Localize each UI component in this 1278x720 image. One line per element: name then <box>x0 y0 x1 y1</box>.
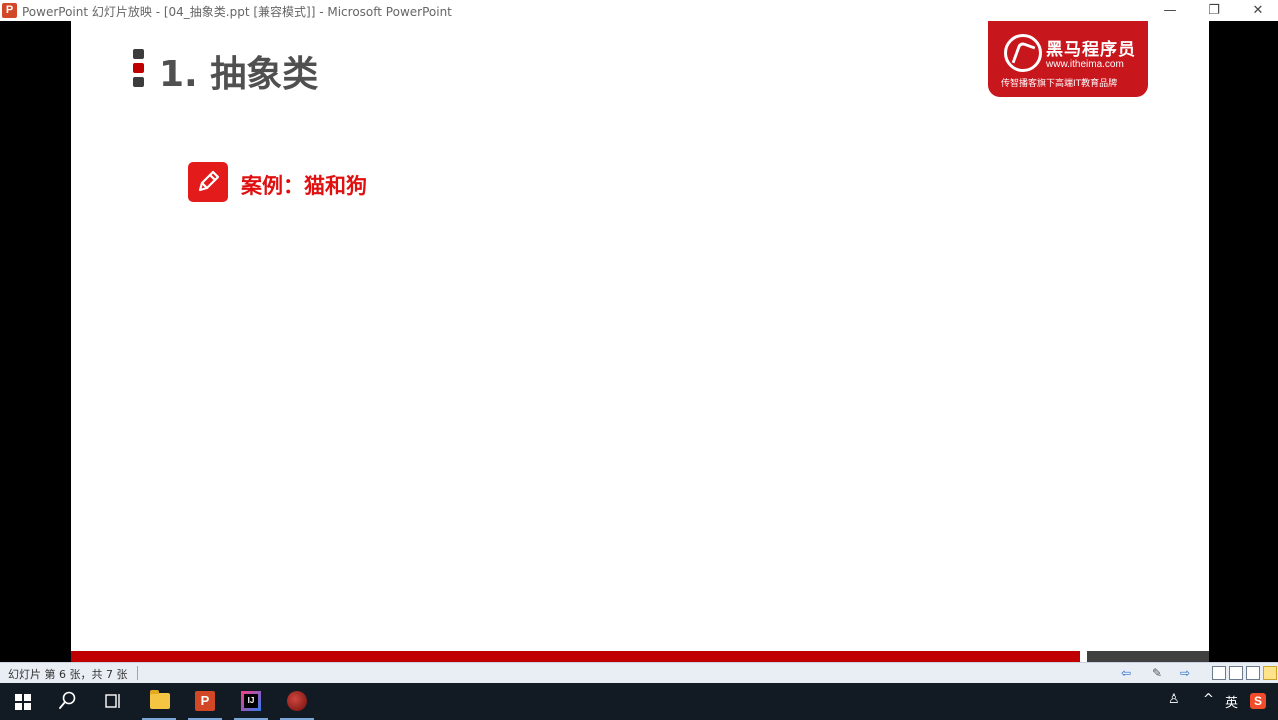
logo-tagline: 传智播客旗下高端IT教育品牌 <box>1001 79 1118 89</box>
recorder-taskbar-button[interactable] <box>274 683 320 720</box>
search-button[interactable] <box>45 683 91 720</box>
powerpoint-icon: P <box>195 691 215 711</box>
arrow-right-icon[interactable]: ⇨ <box>1178 666 1192 680</box>
slide-sorter-view-icon[interactable] <box>1229 666 1243 680</box>
powerpoint-app-icon[interactable]: P <box>2 3 17 18</box>
intellij-taskbar-button[interactable] <box>228 683 274 720</box>
restore-button[interactable]: ❐ <box>1192 0 1236 21</box>
logo-url: www.itheima.com <box>1046 59 1124 70</box>
tray-chevron-icon[interactable]: ^ <box>1203 692 1214 707</box>
status-divider <box>137 666 138 680</box>
status-bar: 幻灯片 第 6 张，共 7 张 ⇦ ✎ ⇨ <box>0 662 1278 683</box>
file-explorer-button[interactable] <box>136 683 182 720</box>
minimize-button[interactable]: — <box>1148 0 1192 21</box>
windows-logo-icon <box>15 694 31 710</box>
ime-indicator[interactable]: 英 <box>1225 692 1238 711</box>
intellij-idea-icon <box>241 691 261 711</box>
window-title: PowerPoint 幻灯片放映 - [04_抽象类.ppt [兼容模式]] -… <box>22 5 452 19</box>
search-icon <box>59 691 76 709</box>
slide-counter: 幻灯片 第 6 张，共 7 张 <box>8 668 128 681</box>
task-view-icon <box>105 694 120 708</box>
normal-view-icon[interactable] <box>1212 666 1226 680</box>
powerpoint-taskbar-button[interactable]: P <box>182 683 228 720</box>
itheima-logo: 黑马程序员 www.itheima.com 传智播客旗下高端IT教育品牌 <box>988 21 1148 97</box>
window-title-bar: P PowerPoint 幻灯片放映 - [04_抽象类.ppt [兼容模式]]… <box>0 0 1278 21</box>
logo-name: 黑马程序员 <box>1046 40 1136 60</box>
slideshow-letterbox-right <box>1209 21 1278 662</box>
start-button[interactable] <box>0 683 46 720</box>
close-button[interactable]: ✕ <box>1236 0 1278 21</box>
screen-recorder-icon <box>287 691 307 711</box>
title-marker-icon <box>133 49 144 89</box>
footer-red-bar <box>71 651 1080 662</box>
notes-icon[interactable]: ✎ <box>1150 666 1164 680</box>
slideshow-view-icon[interactable] <box>1263 666 1277 680</box>
folder-icon <box>150 690 170 709</box>
slide-canvas[interactable]: 1. 抽象类 黑马程序员 www.itheima.com 传智播客旗下高端IT教… <box>71 21 1209 662</box>
slide-title: 1. 抽象类 <box>159 54 319 95</box>
slideshow-letterbox-left <box>0 21 71 662</box>
sogou-ime-icon[interactable]: S <box>1250 693 1266 709</box>
reading-view-icon[interactable] <box>1246 666 1260 680</box>
case-heading: 案例：猫和狗 <box>241 174 367 198</box>
windows-taskbar: P ♙ ^ 英 S <box>0 683 1278 720</box>
pencil-icon <box>188 162 228 202</box>
task-view-button[interactable] <box>90 683 136 720</box>
arrow-left-icon[interactable]: ⇦ <box>1119 666 1133 680</box>
people-icon[interactable]: ♙ <box>1168 692 1180 707</box>
footer-gray-bar <box>1087 651 1209 662</box>
horse-logo-icon <box>1004 34 1042 72</box>
